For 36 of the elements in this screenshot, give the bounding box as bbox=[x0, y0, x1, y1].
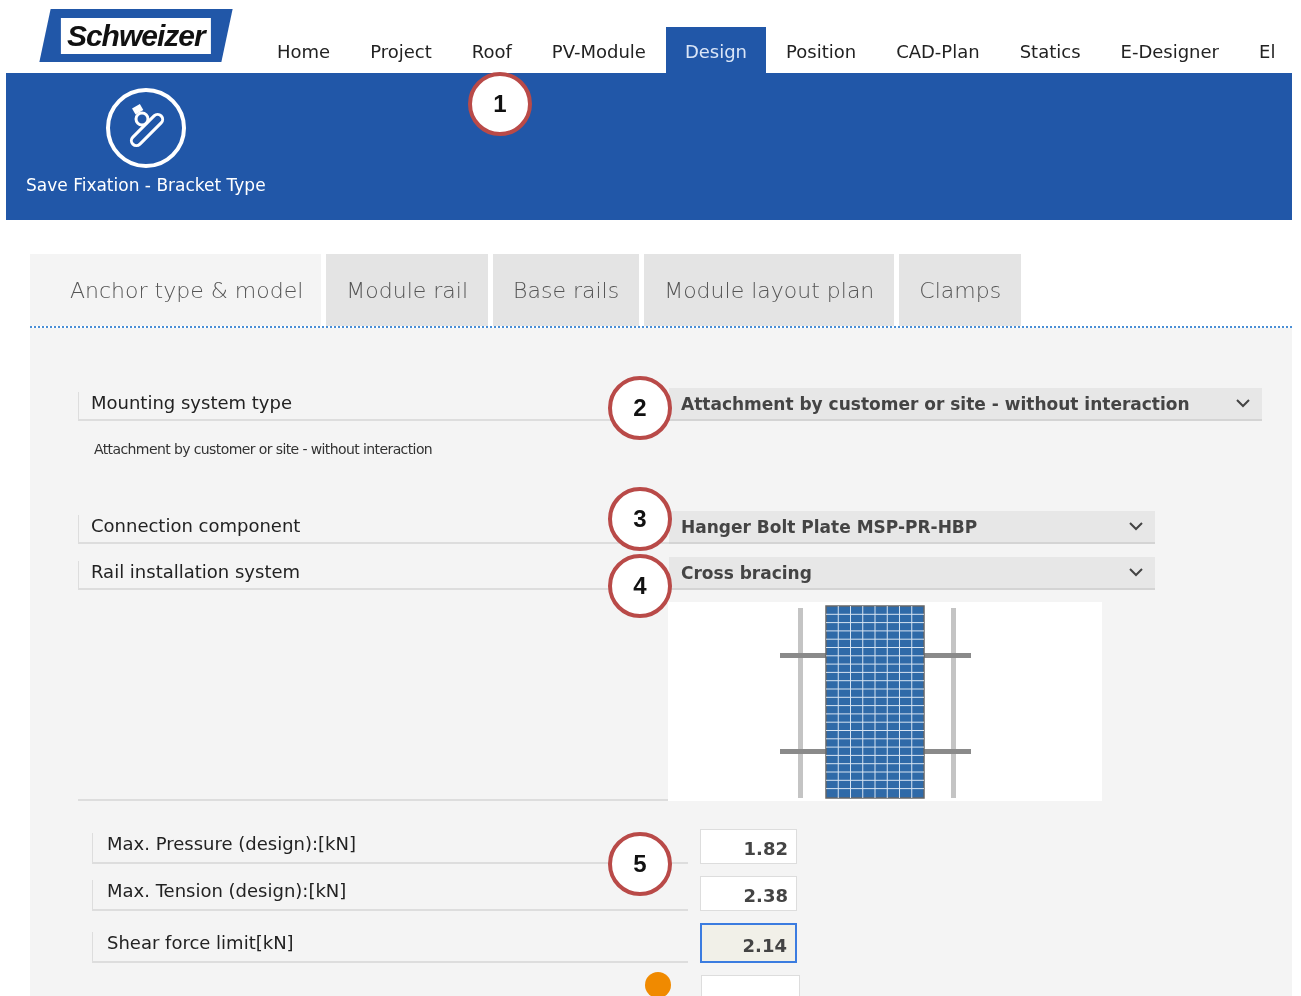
number-field[interactable] bbox=[701, 975, 800, 996]
tab[interactable]: Base rails bbox=[493, 254, 640, 326]
nav-tab[interactable]: CAD-Plan bbox=[876, 27, 1000, 73]
nav-tab[interactable]: Design bbox=[665, 27, 767, 73]
tab[interactable]: Module layout plan bbox=[644, 254, 895, 326]
number-field[interactable]: 2.14 bbox=[700, 923, 797, 963]
description-text: Attachment by customer or site - without interaction bbox=[94, 441, 434, 457]
nav-tab[interactable]: Roof bbox=[451, 27, 532, 73]
field-label: Max. Tension (design):[kN] bbox=[107, 880, 347, 901]
nav-tab[interactable]: El bbox=[1239, 27, 1296, 73]
info-icon bbox=[645, 972, 671, 996]
save-button[interactable]: Save Fixation - Bracket Type bbox=[6, 73, 266, 195]
field-label: Mounting system type bbox=[91, 392, 292, 413]
mounting-dropdown[interactable]: Attachment by customer or site - without interaction bbox=[669, 388, 1262, 421]
tab[interactable]: Anchor type & model bbox=[30, 254, 322, 326]
tab[interactable]: Clamps bbox=[899, 254, 1022, 326]
field-label: Shear force limit[kN] bbox=[107, 932, 294, 953]
bracket-icon bbox=[104, 87, 187, 169]
field-label: Connection component bbox=[91, 515, 301, 536]
nav-tab[interactable]: Project bbox=[350, 27, 452, 73]
dropdown[interactable]: Hanger Bolt Plate MSP-PR-HBP bbox=[669, 511, 1155, 544]
nav-tab[interactable]: PV-Module bbox=[531, 27, 666, 73]
chevron-down-icon bbox=[1236, 399, 1250, 408]
field-label: Max. Pressure (design):[kN] bbox=[107, 833, 356, 854]
chevron-down-icon bbox=[1129, 568, 1143, 577]
tab[interactable]: Module rail bbox=[326, 254, 489, 326]
nav-tab[interactable]: E-Designer bbox=[1100, 27, 1239, 73]
number-field[interactable]: 2.38 bbox=[700, 876, 797, 911]
field-label: Rail installation system bbox=[91, 561, 301, 582]
dropdown[interactable]: Cross bracing bbox=[669, 557, 1155, 590]
chevron-down-icon bbox=[1129, 522, 1143, 531]
nav-tab[interactable]: Statics bbox=[999, 27, 1101, 73]
logo: Schweizer bbox=[39, 9, 233, 62]
nav-tab[interactable]: Home bbox=[257, 27, 351, 73]
number-field[interactable]: 1.82 bbox=[700, 829, 797, 864]
nav-tab[interactable]: Position bbox=[766, 27, 877, 73]
